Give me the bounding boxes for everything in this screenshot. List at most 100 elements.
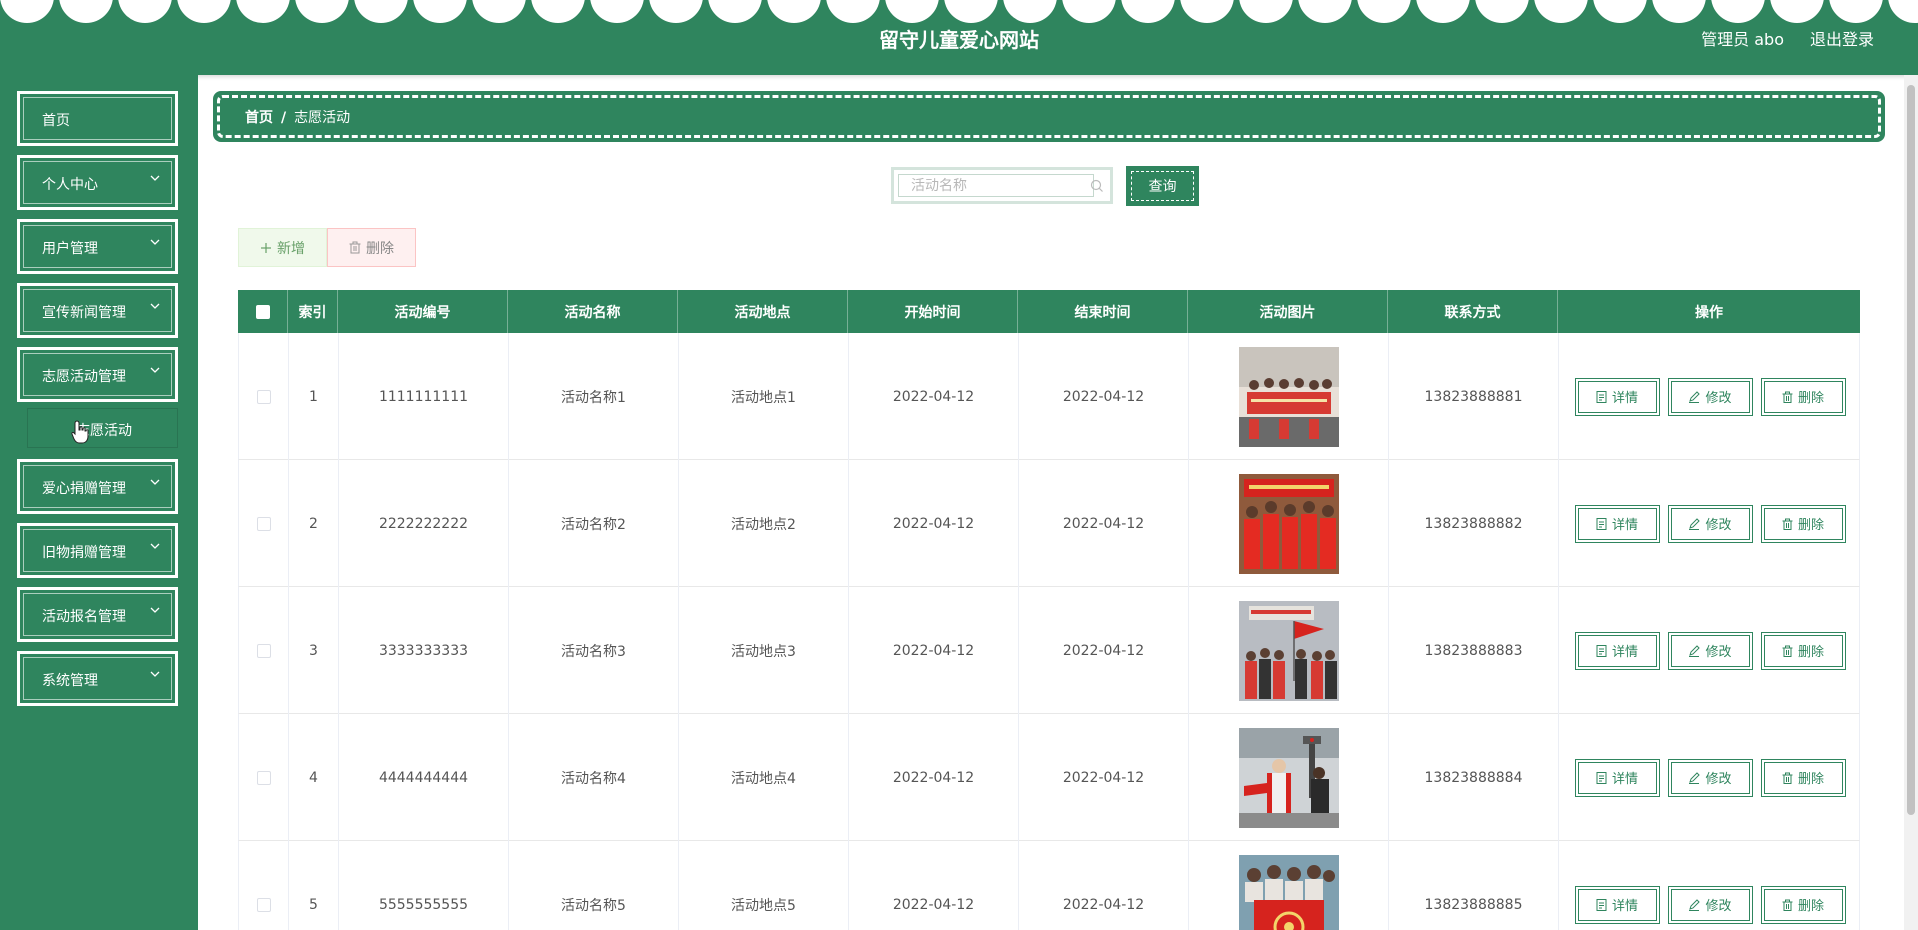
document-icon — [1596, 771, 1607, 784]
document-icon — [1596, 898, 1607, 911]
activity-image[interactable] — [1238, 473, 1339, 574]
row-checkbox[interactable] — [256, 897, 271, 912]
activity-image[interactable] — [1238, 854, 1339, 930]
sidebar-item-used-goods-donation[interactable]: 旧物捐赠管理 — [17, 523, 178, 578]
cell-index: 2 — [289, 460, 339, 587]
select-all-cell — [238, 290, 288, 333]
delete-button[interactable]: 删除 — [1760, 631, 1846, 670]
chevron-down-icon — [150, 303, 160, 309]
cell-index: 3 — [289, 587, 339, 714]
trash-icon — [1782, 391, 1793, 403]
table-header: 索引 活动编号 活动名称 活动地点 开始时间 结束时间 活动图片 联系方式 操作 — [238, 290, 1860, 333]
detail-button[interactable]: 详情 — [1574, 758, 1660, 797]
sidebar-item-label: 爱心捐赠管理 — [42, 481, 126, 497]
edit-button[interactable]: 修改 — [1667, 758, 1753, 797]
search-box — [891, 167, 1113, 204]
current-user-label: 管理员 abo — [1701, 30, 1784, 49]
sidebar-item-system-management[interactable]: 系统管理 — [17, 651, 178, 706]
delete-button[interactable]: 删除 — [1760, 758, 1846, 797]
row-checkbox[interactable] — [256, 643, 271, 658]
cell-index: 5 — [289, 841, 339, 930]
breadcrumb: 首页 / 志愿活动 — [213, 91, 1885, 142]
detail-button[interactable]: 详情 — [1574, 504, 1660, 543]
query-button[interactable]: 查询 — [1126, 166, 1199, 206]
pencil-icon — [1689, 517, 1701, 530]
cell-phone: 13823888884 — [1389, 714, 1559, 841]
breadcrumb-home[interactable]: 首页 — [245, 110, 273, 126]
activity-image[interactable] — [1238, 600, 1339, 701]
pencil-icon — [1689, 898, 1701, 911]
chevron-down-icon — [150, 479, 160, 485]
cell-phone: 13823888883 — [1389, 587, 1559, 714]
document-icon — [1596, 390, 1607, 403]
sidebar-item-label: 首页 — [42, 113, 70, 129]
sidebar-item-label: 志愿活动管理 — [42, 369, 126, 385]
breadcrumb-current: 志愿活动 — [294, 110, 351, 126]
batch-delete-button[interactable]: 删除 — [327, 228, 416, 267]
sidebar-item-home[interactable]: 首页 — [17, 91, 178, 146]
scrollbar-thumb[interactable] — [1907, 85, 1915, 815]
sidebar-item-user-management[interactable]: 用户管理 — [17, 219, 178, 274]
table-row: 5 5555555555 活动名称5 活动地点5 2022-04-12 2022-04-1… — [238, 841, 1860, 930]
sidebar-item-label: 宣传新闻管理 — [42, 305, 126, 321]
add-button[interactable]: 新增 — [238, 228, 327, 267]
submenu-item-volunteer-activity[interactable]: 志愿活动 — [27, 408, 178, 448]
pencil-icon — [1689, 390, 1701, 403]
chevron-down-icon — [150, 607, 160, 613]
sidebar-item-news-management[interactable]: 宣传新闻管理 — [17, 283, 178, 338]
trash-icon — [349, 241, 361, 254]
row-checkbox[interactable] — [256, 516, 271, 531]
site-title: 留守儿童爱心网站 — [879, 28, 1039, 52]
cell-start-time: 2022-04-12 — [849, 460, 1019, 587]
edit-button[interactable]: 修改 — [1667, 631, 1753, 670]
row-checkbox[interactable] — [256, 389, 271, 404]
activity-image[interactable] — [1238, 727, 1339, 828]
header-scallop-decoration — [0, 0, 1918, 25]
delete-button[interactable]: 删除 — [1760, 377, 1846, 416]
cell-activity-code: 3333333333 — [339, 587, 509, 714]
edit-button[interactable]: 修改 — [1667, 504, 1753, 543]
sidebar-item-signup-management[interactable]: 活动报名管理 — [17, 587, 178, 642]
cell-phone: 13823888885 — [1389, 841, 1559, 930]
edit-button[interactable]: 修改 — [1667, 377, 1753, 416]
edit-button[interactable]: 修改 — [1667, 885, 1753, 924]
sidebar-item-love-donation[interactable]: 爱心捐赠管理 — [17, 459, 178, 514]
chevron-down-icon — [150, 175, 160, 181]
cell-index: 1 — [289, 333, 339, 460]
search-input[interactable] — [898, 174, 1094, 197]
column-header: 活动图片 — [1188, 290, 1388, 333]
cell-actions: 详情 修改 删除 — [1559, 460, 1861, 587]
detail-button[interactable]: 详情 — [1574, 631, 1660, 670]
sidebar-item-volunteer-management[interactable]: 志愿活动管理 — [17, 347, 178, 402]
breadcrumb-separator: / — [281, 110, 287, 126]
document-icon — [1596, 644, 1607, 657]
sidebar-item-personal-center[interactable]: 个人中心 — [17, 155, 178, 210]
pencil-icon — [1689, 644, 1701, 657]
delete-button[interactable]: 删除 — [1760, 504, 1846, 543]
column-header: 活动地点 — [678, 290, 848, 333]
pencil-icon — [1689, 771, 1701, 784]
delete-button[interactable]: 删除 — [1760, 885, 1846, 924]
cell-activity-place: 活动地点3 — [679, 587, 849, 714]
detail-button[interactable]: 详情 — [1574, 377, 1660, 416]
cell-end-time: 2022-04-12 — [1019, 841, 1189, 930]
cell-actions: 详情 修改 删除 — [1559, 841, 1861, 930]
row-checkbox[interactable] — [256, 770, 271, 785]
cell-end-time: 2022-04-12 — [1019, 333, 1189, 460]
sidebar-item-label: 活动报名管理 — [42, 609, 126, 625]
cell-index: 4 — [289, 714, 339, 841]
chevron-down-icon — [150, 239, 160, 245]
page-scrollbar[interactable] — [1904, 75, 1918, 930]
detail-button[interactable]: 详情 — [1574, 885, 1660, 924]
hand-pointer-icon — [71, 420, 89, 444]
column-header: 活动名称 — [508, 290, 678, 333]
cell-start-time: 2022-04-12 — [849, 587, 1019, 714]
logout-link[interactable]: 退出登录 — [1810, 26, 1874, 50]
trash-icon — [1782, 899, 1793, 911]
cell-activity-place: 活动地点1 — [679, 333, 849, 460]
cell-activity-code: 2222222222 — [339, 460, 509, 587]
chevron-down-icon — [150, 367, 160, 373]
cell-activity-place: 活动地点2 — [679, 460, 849, 587]
select-all-checkbox[interactable] — [255, 304, 270, 319]
activity-image[interactable] — [1238, 346, 1339, 447]
